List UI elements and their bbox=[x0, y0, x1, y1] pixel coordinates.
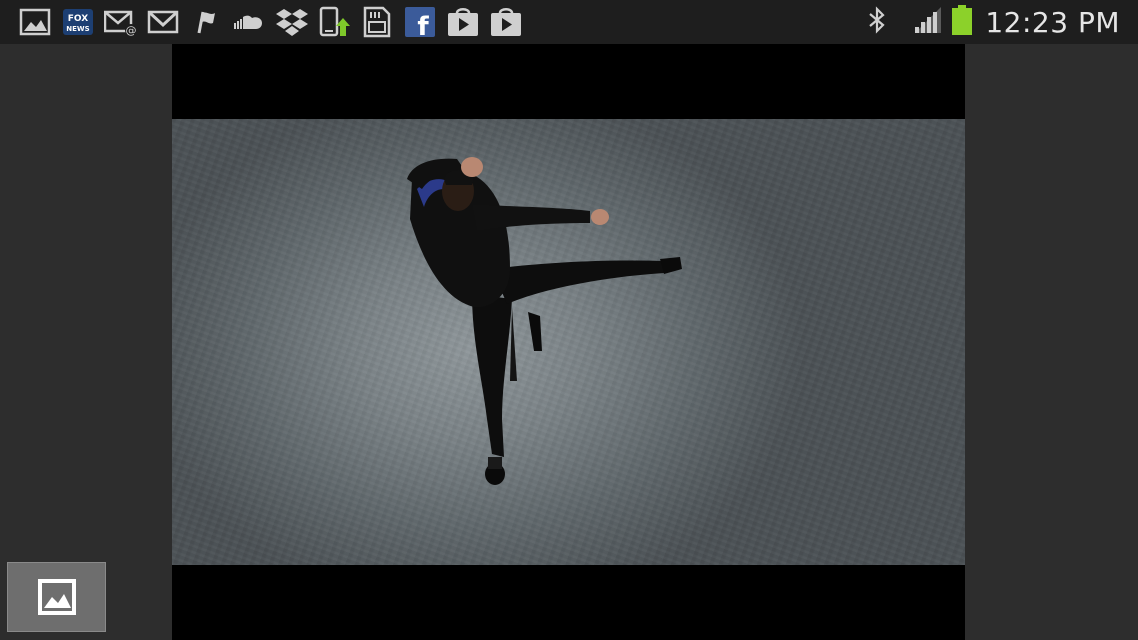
phone-update-icon bbox=[318, 5, 352, 39]
flag-icon bbox=[189, 5, 223, 39]
battery-icon bbox=[951, 4, 973, 40]
play-store-icon bbox=[489, 5, 523, 39]
svg-text:f: f bbox=[418, 12, 430, 38]
play-store-icon bbox=[446, 5, 480, 39]
notification-icons: FOX NEWS @ f bbox=[18, 0, 532, 44]
soundcloud-icon bbox=[232, 5, 266, 39]
screen: FOX NEWS @ f 12:23 PM bbox=[0, 0, 1138, 640]
svg-text:FOX: FOX bbox=[68, 14, 88, 24]
svg-text:@: @ bbox=[125, 24, 136, 37]
martial-artist-figure bbox=[407, 157, 682, 485]
dropbox-icon bbox=[275, 5, 309, 39]
system-status: 12:23 PM bbox=[867, 0, 1120, 44]
status-bar: FOX NEWS @ f 12:23 PM bbox=[0, 0, 1138, 44]
gmail-icon bbox=[146, 5, 180, 39]
video-player[interactable] bbox=[172, 44, 965, 640]
fox-news-icon: FOX NEWS bbox=[61, 5, 95, 39]
svg-text:NEWS: NEWS bbox=[66, 25, 89, 33]
gallery-thumbnail-button[interactable] bbox=[7, 562, 106, 632]
bluetooth-icon bbox=[867, 5, 887, 39]
gallery-icon bbox=[37, 579, 76, 615]
signal-icon bbox=[913, 5, 943, 39]
facebook-icon: f bbox=[403, 5, 437, 39]
email-icon: @ bbox=[103, 5, 138, 39]
video-frame bbox=[172, 119, 965, 565]
gallery-icon bbox=[18, 5, 52, 39]
clock: 12:23 PM bbox=[985, 5, 1120, 39]
sd-card-icon bbox=[360, 5, 394, 39]
